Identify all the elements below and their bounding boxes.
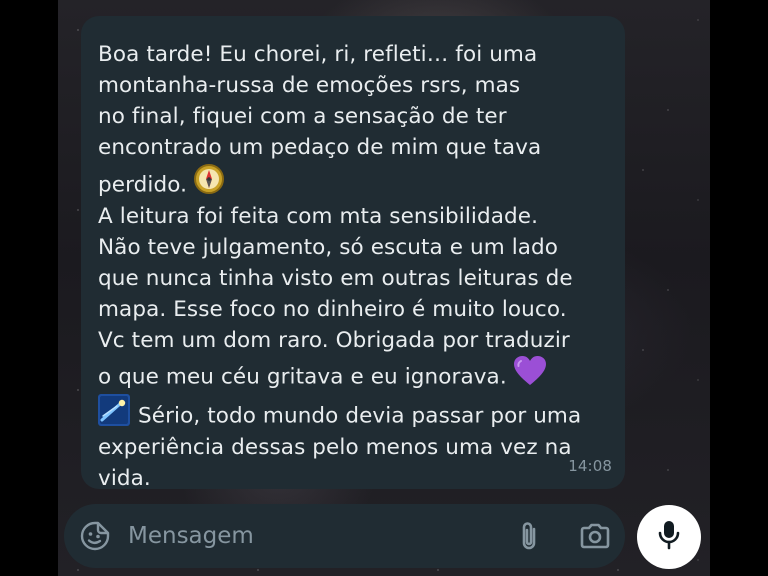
message-line-with-emoji: o que meu céu gritava e eu ignorava. (98, 356, 609, 394)
message-line: experiência dessas pelo menos uma vez na (98, 435, 572, 460)
message-timestamp: 14:08 (568, 457, 612, 475)
message-line: mapa. Esse foco no dinheiro é muito louc… (98, 297, 567, 322)
message-line: montanha-russa de emoções rsrs, mas (98, 73, 521, 98)
purple-heart-emoji (513, 356, 547, 399)
right-letterbox (710, 0, 768, 576)
left-letterbox (0, 0, 58, 576)
message-line: no final, fiquei com a sensação de ter (98, 104, 507, 129)
message-line: A leitura foi feita com mta sensibilidad… (98, 204, 539, 229)
message-line-with-emoji: perdido. (98, 163, 609, 201)
incoming-message-bubble[interactable]: Boa tarde! Eu chorei, ri, refleti… foi u… (81, 16, 625, 491)
message-line: Não teve julgamento, só escuta e um lado (98, 235, 559, 260)
message-line: encontrado um pedaço de mim que tava (98, 135, 542, 160)
sticker-icon[interactable] (78, 519, 112, 553)
message-line: perdido. (98, 172, 188, 198)
paperclip-icon[interactable] (512, 519, 546, 553)
voice-message-button[interactable] (637, 505, 701, 569)
message-input[interactable] (128, 520, 488, 552)
message-line: que nunca tinha visto em outras leituras… (98, 266, 573, 291)
message-line: Vc tem um dom raro. Obrigada por traduzi… (98, 328, 570, 353)
message-line: vida. (98, 466, 151, 491)
camera-icon[interactable] (576, 519, 614, 553)
message-line: Sério, todo mundo devia passar por uma (138, 403, 582, 429)
message-line-with-emoji: Sério, todo mundo devia passar por uma (98, 394, 609, 432)
message-line: Boa tarde! Eu chorei, ri, refleti… foi u… (98, 42, 538, 67)
microphone-icon (657, 519, 681, 555)
message-line: o que meu céu gritava e eu ignorava. (98, 364, 507, 390)
message-composer (64, 504, 625, 568)
